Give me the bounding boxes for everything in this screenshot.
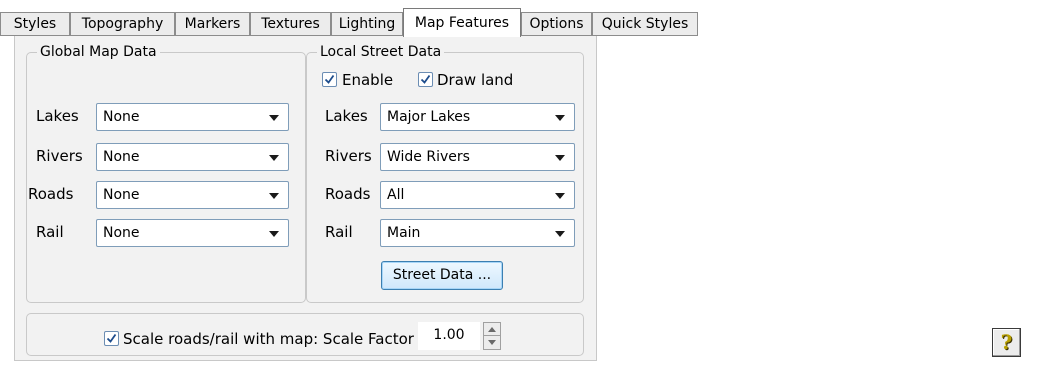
local-street-data-title: Local Street Data [317, 43, 445, 61]
chevron-down-icon [555, 231, 565, 237]
tab-styles[interactable]: Styles [0, 12, 70, 36]
local-roads-select[interactable]: All [380, 181, 575, 209]
enable-checkbox[interactable] [322, 72, 337, 87]
local-rivers-value: Wide Rivers [387, 149, 470, 165]
scale-factor-value: 1.00 [433, 327, 465, 343]
enable-label[interactable]: Enable [342, 70, 393, 90]
chevron-down-icon [269, 115, 279, 121]
question-mark-icon: ? [1000, 330, 1013, 354]
tab-textures[interactable]: Textures [250, 12, 331, 36]
scale-checkbox[interactable] [104, 331, 119, 346]
global-lakes-value: None [103, 109, 140, 125]
local-roads-label: Roads [325, 185, 371, 203]
global-map-data-group: Global Map Data [26, 43, 306, 303]
tab-topography[interactable]: Topography [70, 12, 175, 36]
local-lakes-label: Lakes [325, 107, 368, 125]
chevron-down-icon [555, 193, 565, 199]
local-rivers-label: Rivers [325, 147, 372, 165]
spin-up-button[interactable] [484, 323, 500, 336]
global-lakes-label: Lakes [36, 107, 79, 125]
tab-strip: Styles Topography Markers Textures Light… [0, 8, 1053, 37]
street-data-button[interactable]: Street Data ... [381, 261, 503, 290]
global-rivers-value: None [103, 149, 140, 165]
tab-lighting[interactable]: Lighting [331, 12, 403, 36]
local-rivers-select[interactable]: Wide Rivers [380, 143, 575, 171]
global-rivers-label: Rivers [36, 147, 83, 165]
global-rivers-select[interactable]: None [96, 143, 289, 171]
local-rail-label: Rail [325, 223, 353, 241]
scale-factor-spinner[interactable] [483, 322, 501, 350]
arrow-up-icon [488, 327, 496, 332]
help-button[interactable]: ? [992, 328, 1021, 357]
local-lakes-value: Major Lakes [387, 109, 471, 125]
scale-factor-input[interactable]: 1.00 [418, 322, 480, 350]
local-roads-value: All [387, 187, 405, 203]
chevron-down-icon [269, 155, 279, 161]
tab-map-features[interactable]: Map Features [403, 8, 521, 37]
global-roads-label: Roads [28, 185, 74, 203]
local-lakes-select[interactable]: Major Lakes [380, 103, 575, 131]
global-rail-value: None [103, 225, 140, 241]
checkmark-icon [324, 74, 335, 84]
checkmark-icon [106, 333, 117, 343]
chevron-down-icon [269, 193, 279, 199]
global-rail-select[interactable]: None [96, 219, 289, 247]
checkmark-icon [420, 74, 431, 84]
local-rail-value: Main [387, 225, 421, 241]
scale-label[interactable]: Scale roads/rail with map: Scale Factor [123, 329, 414, 349]
local-rail-select[interactable]: Main [380, 219, 575, 247]
spin-down-button[interactable] [484, 336, 500, 349]
draw-land-checkbox[interactable] [418, 72, 433, 87]
tab-options[interactable]: Options [521, 12, 592, 36]
tab-quick-styles[interactable]: Quick Styles [592, 12, 698, 36]
draw-land-label[interactable]: Draw land [437, 70, 513, 90]
global-roads-select[interactable]: None [96, 181, 289, 209]
chevron-down-icon [555, 155, 565, 161]
global-roads-value: None [103, 187, 140, 203]
arrow-down-icon [488, 340, 496, 345]
global-map-data-title: Global Map Data [37, 43, 160, 61]
global-rail-label: Rail [36, 223, 64, 241]
chevron-down-icon [555, 115, 565, 121]
chevron-down-icon [269, 231, 279, 237]
tab-markers[interactable]: Markers [175, 12, 250, 36]
global-lakes-select[interactable]: None [96, 103, 289, 131]
